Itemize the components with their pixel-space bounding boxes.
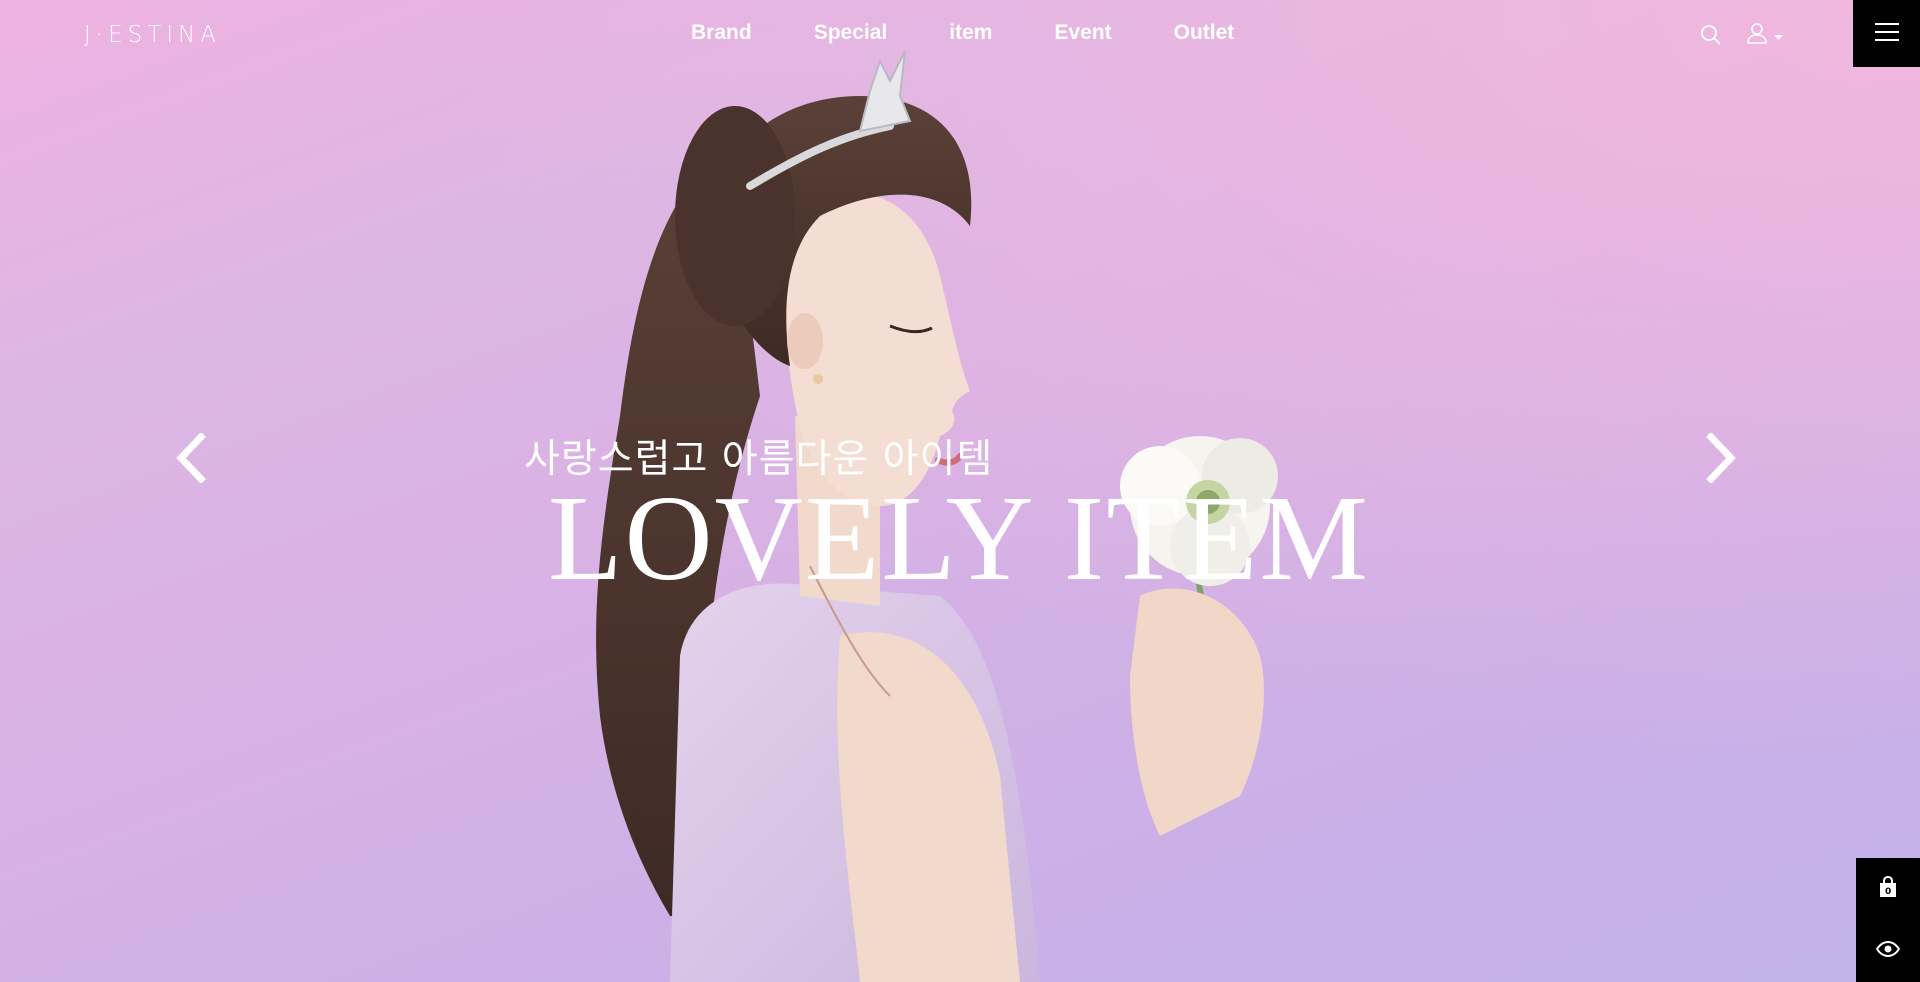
hamburger-menu-button[interactable] [1853, 0, 1920, 67]
recently-viewed-button[interactable] [1856, 920, 1920, 982]
slider-prev-button[interactable] [160, 430, 220, 490]
chevron-right-icon [1705, 432, 1739, 487]
cart-button[interactable]: 0 [1856, 858, 1920, 920]
slider-next-button[interactable] [1692, 430, 1752, 490]
eye-icon [1875, 940, 1901, 961]
hero-title: LOVELY ITEM [548, 471, 1370, 606]
hamburger-menu-icon [1874, 22, 1899, 46]
search-icon[interactable] [1700, 24, 1722, 46]
chevron-down-icon [1774, 26, 1783, 45]
brand-logo[interactable]: J·ESTINA [84, 22, 221, 48]
chevron-left-icon [173, 432, 207, 487]
quick-menu: 0 [1856, 858, 1920, 982]
cart-count: 0 [1885, 887, 1892, 897]
user-menu-button[interactable] [1746, 22, 1783, 48]
user-icon [1746, 22, 1768, 48]
header-utility [1700, 22, 1783, 48]
